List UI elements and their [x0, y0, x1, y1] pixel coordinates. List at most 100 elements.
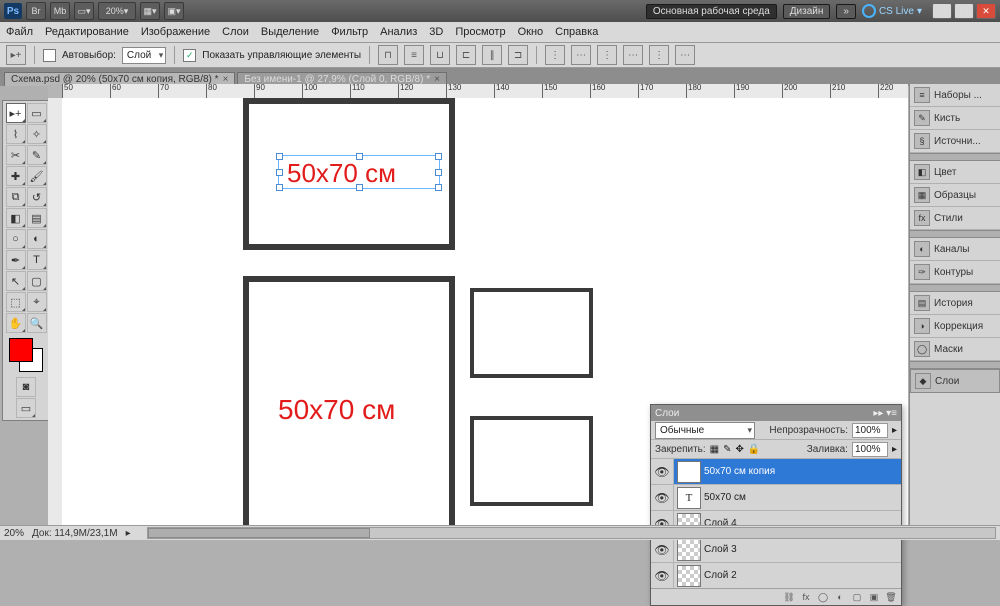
- tool-eyedrop[interactable]: ✎: [27, 145, 47, 165]
- align-2[interactable]: ≡: [404, 45, 424, 65]
- tool-zoom[interactable]: 🔍: [27, 313, 47, 333]
- fill-value[interactable]: 100%: [852, 442, 888, 457]
- tool-3d[interactable]: ⬚: [6, 292, 26, 312]
- mask-icon[interactable]: ◯: [816, 591, 830, 603]
- menu-image[interactable]: Изображение: [141, 26, 210, 38]
- workspace-design-button[interactable]: Дизайн: [783, 4, 831, 19]
- dist-4[interactable]: ⋯: [623, 45, 643, 65]
- layers-panel-header[interactable]: Слои▸▸ ▾≡: [651, 405, 901, 421]
- dist-6[interactable]: ⋯: [675, 45, 695, 65]
- visibility-icon[interactable]: 👁: [651, 563, 674, 588]
- layer-row[interactable]: 👁T50х70 см копия: [651, 459, 901, 485]
- color-swatches[interactable]: [9, 338, 43, 372]
- panel-Наборы ...[interactable]: ≡Наборы ...: [910, 84, 1000, 107]
- trash-icon[interactable]: 🗑: [884, 591, 898, 603]
- quickmask-icon[interactable]: ◙: [16, 377, 36, 397]
- ruler-horizontal[interactable]: 5060708090100110120130140150160170180190…: [62, 84, 908, 99]
- layer-row[interactable]: 👁T50х70 см: [651, 485, 901, 511]
- arrange-icon[interactable]: ▦▾: [140, 2, 160, 20]
- lock-all-icon[interactable]: 🔒: [748, 444, 760, 455]
- panel-Образцы[interactable]: ▦Образцы: [910, 184, 1000, 207]
- canvas-text-1[interactable]: 50х70 см: [287, 158, 396, 189]
- dist-3[interactable]: ⋮: [597, 45, 617, 65]
- status-zoom[interactable]: 20%: [4, 528, 24, 539]
- new-layer-icon[interactable]: ▣: [867, 591, 881, 603]
- tool-heal[interactable]: ✚: [6, 166, 26, 186]
- tool-path[interactable]: ↖: [6, 271, 26, 291]
- panel-Коррекция[interactable]: ◑Коррекция: [910, 315, 1000, 338]
- tool-lasso[interactable]: ⌇: [6, 124, 26, 144]
- close-button[interactable]: ✕: [976, 3, 996, 19]
- tool-type[interactable]: T: [27, 250, 47, 270]
- layers-panel[interactable]: Слои▸▸ ▾≡ Обычные Непрозрачность: 100%▸ …: [650, 404, 902, 606]
- workspace-more-button[interactable]: »: [836, 4, 856, 19]
- tool-hand[interactable]: ✋: [6, 313, 26, 333]
- panel-Цвет[interactable]: ◧Цвет: [910, 161, 1000, 184]
- menu-3d[interactable]: 3D: [429, 26, 443, 38]
- link-icon[interactable]: ⛓: [782, 591, 796, 603]
- minimize-button[interactable]: —: [932, 3, 952, 19]
- lock-paint-icon[interactable]: ✎: [723, 444, 731, 455]
- align-3[interactable]: ⊔: [430, 45, 450, 65]
- menu-file[interactable]: Файл: [6, 26, 33, 38]
- tool-stamp[interactable]: ⧉: [6, 187, 26, 207]
- autoselect-dropdown[interactable]: Слой: [122, 47, 166, 64]
- menu-select[interactable]: Выделение: [261, 26, 319, 38]
- ruler-vertical[interactable]: [48, 98, 63, 526]
- menu-help[interactable]: Справка: [555, 26, 598, 38]
- maximize-button[interactable]: ☐: [954, 3, 974, 19]
- lock-trans-icon[interactable]: ▦: [710, 444, 719, 455]
- menu-filter[interactable]: Фильтр: [331, 26, 368, 38]
- tool-eraser[interactable]: ◧: [6, 208, 26, 228]
- minibridge-icon[interactable]: Mb: [50, 2, 70, 20]
- screenmode-tool-icon[interactable]: ▭: [16, 398, 36, 418]
- layer-row[interactable]: 👁Слой 2: [651, 563, 901, 588]
- opacity-value[interactable]: 100%: [852, 423, 888, 438]
- tool-history[interactable]: ↺: [27, 187, 47, 207]
- adjust-icon[interactable]: ◐: [833, 591, 847, 603]
- tool-marquee[interactable]: ▭: [27, 103, 47, 123]
- menu-window[interactable]: Окно: [518, 26, 544, 38]
- h-scrollbar-thumb[interactable]: [148, 528, 370, 538]
- cslive-button[interactable]: CS Live▾: [862, 4, 922, 18]
- group-icon[interactable]: ▢: [850, 591, 864, 603]
- screenmode-icon[interactable]: ▣▾: [164, 2, 184, 20]
- tool-move[interactable]: ▸+: [6, 103, 26, 123]
- menu-layers[interactable]: Слои: [222, 26, 249, 38]
- tool-dodge[interactable]: ◐: [27, 229, 47, 249]
- dist-1[interactable]: ⋮: [545, 45, 565, 65]
- bridge-icon[interactable]: Br: [26, 2, 46, 20]
- visibility-icon[interactable]: 👁: [651, 537, 674, 562]
- tool-pen[interactable]: ✒: [6, 250, 26, 270]
- layer-name[interactable]: Слой 3: [704, 544, 737, 555]
- layer-name[interactable]: 50х70 см копия: [704, 466, 775, 477]
- blend-mode-dropdown[interactable]: Обычные: [655, 422, 755, 439]
- menu-analysis[interactable]: Анализ: [380, 26, 417, 38]
- autoselect-checkbox[interactable]: [43, 49, 56, 62]
- tool-shape[interactable]: ▢: [27, 271, 47, 291]
- panel-История[interactable]: ▤История: [910, 292, 1000, 315]
- menu-view[interactable]: Просмотр: [455, 26, 505, 38]
- dist-5[interactable]: ⋮: [649, 45, 669, 65]
- tool-wand[interactable]: ✧: [27, 124, 47, 144]
- visibility-icon[interactable]: 👁: [651, 459, 674, 484]
- lock-move-icon[interactable]: ✥: [736, 444, 744, 455]
- layer-name[interactable]: 50х70 см: [704, 492, 746, 503]
- visibility-icon[interactable]: 👁: [651, 485, 674, 510]
- tool-blur[interactable]: ○: [6, 229, 26, 249]
- menu-edit[interactable]: Редактирование: [45, 26, 129, 38]
- showcontrols-checkbox[interactable]: ✓: [183, 49, 196, 62]
- tool-crop[interactable]: ✂: [6, 145, 26, 165]
- align-1[interactable]: ⊓: [378, 45, 398, 65]
- zoom-menu[interactable]: 20%▾: [98, 2, 136, 20]
- panel-Контуры[interactable]: ✑Контуры: [910, 261, 1000, 284]
- panel-Маски[interactable]: ◯Маски: [910, 338, 1000, 361]
- tool-gradient[interactable]: ▤: [27, 208, 47, 228]
- workspace-main-button[interactable]: Основная рабочая среда: [646, 4, 777, 19]
- tool-brush[interactable]: 🖌: [27, 166, 47, 186]
- panel-Кисть[interactable]: ✎Кисть: [910, 107, 1000, 130]
- align-4[interactable]: ⊏: [456, 45, 476, 65]
- dist-2[interactable]: ⋯: [571, 45, 591, 65]
- tool-3dcam[interactable]: ⌖: [27, 292, 47, 312]
- h-scrollbar[interactable]: [147, 527, 996, 539]
